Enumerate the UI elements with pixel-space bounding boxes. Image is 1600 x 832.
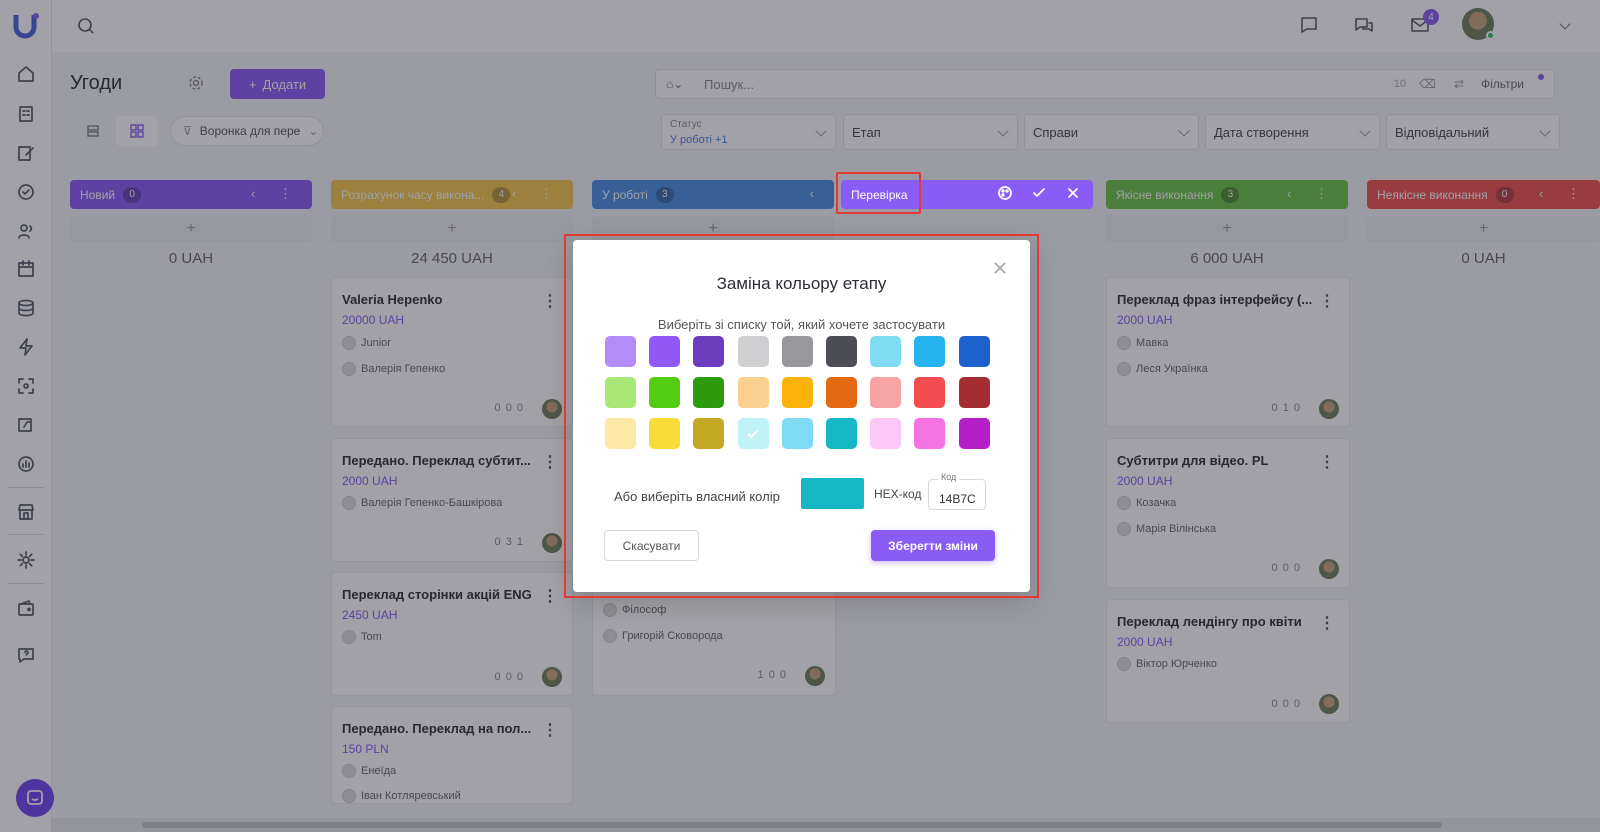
check-icon[interactable]: [1031, 185, 1047, 201]
palette-icon[interactable]: [997, 185, 1013, 201]
highlight-box-modal: [564, 234, 1039, 598]
highlight-box-stage: [836, 172, 921, 214]
close-icon[interactable]: [1065, 185, 1081, 201]
